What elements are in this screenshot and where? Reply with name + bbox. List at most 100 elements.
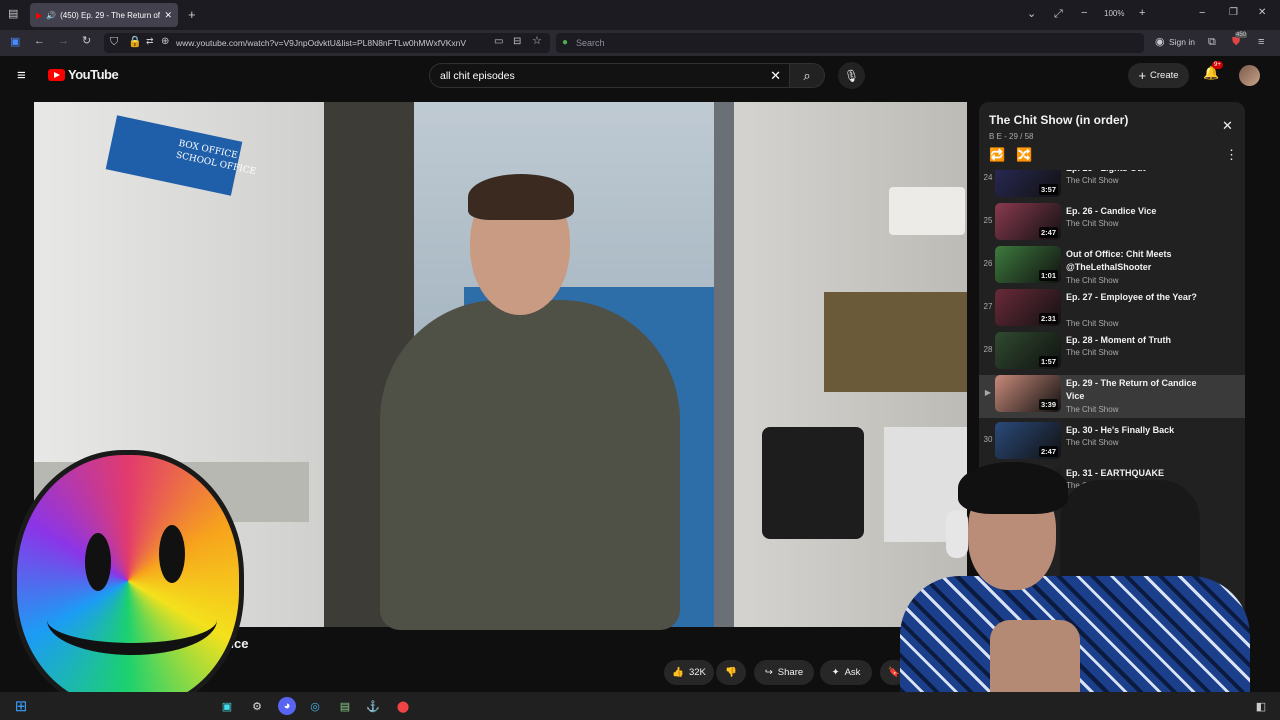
- sidebar-icon[interactable]: ▣: [10, 37, 20, 48]
- playlist-item-index: ▶: [984, 388, 992, 397]
- speaker-icon[interactable]: 🔊: [46, 11, 56, 20]
- search-button[interactable]: ⌕: [789, 63, 825, 88]
- playlist-item-title[interactable]: Ep. 31 - EARTHQUAKE: [1066, 467, 1216, 480]
- ublock-icon[interactable]: ⛊: [1232, 37, 1240, 48]
- close-playlist-icon[interactable]: ✕: [1222, 118, 1233, 134]
- microphone-icon: 🎙: [843, 68, 860, 83]
- search-input[interactable]: all chit episodes ✕: [429, 63, 789, 88]
- reader-view-icon[interactable]: ▭: [494, 37, 503, 47]
- playlist-item-title[interactable]: Ep. 28 - Moment of Truth: [1066, 334, 1216, 347]
- playlist-item-title[interactable]: Ep. 26 - Candice Vice: [1066, 205, 1216, 218]
- playlist-thumbnail[interactable]: 2:47: [995, 203, 1061, 240]
- tab-close-icon[interactable]: ✕: [164, 10, 172, 21]
- more-options-icon[interactable]: ⋮: [1225, 147, 1238, 163]
- playlist-item[interactable]: 28 1:57 Ep. 28 - Moment of Truth The Chit S…: [979, 332, 1245, 375]
- playlist-item-channel: The Chit Show: [1066, 176, 1119, 185]
- search-input-value[interactable]: all chit episodes: [440, 70, 515, 82]
- new-tab-icon[interactable]: +: [188, 8, 196, 21]
- reload-icon[interactable]: ↻: [82, 36, 91, 47]
- tab-title: (450) Ep. 29 - The Return of: [60, 10, 161, 20]
- create-button[interactable]: + Create: [1128, 63, 1189, 88]
- playlist-item-channel: The Chit Show: [1066, 348, 1119, 357]
- playlist-item[interactable]: ▶ 3:39 Ep. 29 - The Return of Candice Vice…: [979, 375, 1245, 418]
- settings-icon[interactable]: ⚙: [248, 697, 266, 715]
- account-icon[interactable]: ◉: [1155, 37, 1165, 48]
- permissions-icon[interactable]: ⇄: [146, 37, 154, 46]
- hamburger-icon[interactable]: ≡: [17, 67, 26, 84]
- loop-icon[interactable]: 🔁: [989, 147, 1005, 163]
- playlist-thumbnail[interactable]: 2:31: [995, 289, 1061, 326]
- duration-badge: 2:47: [1038, 227, 1058, 238]
- browser-tabbar: ▤ ▶ 🔊 (450) Ep. 29 - The Return of ✕ + ⌄…: [0, 0, 1280, 30]
- playlist-thumbnail[interactable]: 1:01: [995, 246, 1061, 283]
- tab-list-icon[interactable]: ▤: [8, 9, 18, 20]
- playlist-item-channel: The Chit Show: [1066, 405, 1119, 414]
- web-search-bar[interactable]: ● Search: [556, 33, 1144, 53]
- shield-icon[interactable]: ⛉: [110, 37, 118, 48]
- discord-icon[interactable]: ◕: [278, 697, 296, 715]
- playlist-item-title[interactable]: Ep. 30 - He's Finally Back: [1066, 424, 1216, 437]
- duration-badge: 2:47: [1038, 446, 1058, 457]
- thumbs-up-icon: 👍: [672, 667, 684, 678]
- terminal-icon[interactable]: ▤: [336, 697, 354, 715]
- thumbs-down-icon: 👎: [725, 667, 737, 678]
- browser-tab-active[interactable]: ▶ 🔊 (450) Ep. 29 - The Return of ✕: [30, 3, 178, 27]
- ask-button[interactable]: ✦ Ask: [820, 660, 872, 685]
- youtube-logo[interactable]: YouTube: [48, 67, 119, 82]
- video-thermostat: [889, 187, 965, 235]
- playlist-item-index: 30: [983, 435, 993, 444]
- minimize-icon[interactable]: −: [1199, 8, 1205, 19]
- expand-icon[interactable]: ⤢: [1054, 9, 1063, 20]
- duration-badge: 1:01: [1038, 270, 1058, 281]
- notifications-button[interactable]: 🔔 9+: [1203, 61, 1223, 81]
- lock-icon[interactable]: 🔒: [128, 37, 142, 48]
- playlist-thumbnail[interactable]: 3:39: [995, 375, 1061, 412]
- zoom-out-icon[interactable]: −: [1081, 8, 1087, 19]
- steam-icon[interactable]: ⚓: [364, 697, 382, 715]
- playlist-thumbnail[interactable]: 2:47: [995, 422, 1061, 459]
- url-text[interactable]: www.youtube.com/watch?v=V9JnpOdvktU&list…: [176, 38, 466, 48]
- clear-search-icon[interactable]: ✕: [770, 68, 781, 84]
- notification-center-icon[interactable]: ◧: [1252, 697, 1270, 715]
- app-icon[interactable]: ▣: [218, 697, 236, 715]
- bookmark-star-icon[interactable]: ☆: [532, 36, 542, 47]
- plus-icon: +: [1138, 68, 1147, 83]
- webcam-hair: [958, 462, 1068, 514]
- globe-icon[interactable]: ⊕: [161, 37, 169, 47]
- bookmark-icon: 🔖: [888, 667, 900, 678]
- like-button[interactable]: 👍 32K: [664, 660, 714, 685]
- dislike-button[interactable]: 👎: [716, 660, 746, 685]
- menu-icon[interactable]: ≡: [1258, 37, 1264, 48]
- url-bar[interactable]: www.youtube.com/watch?v=V9JnpOdvktU&list…: [104, 33, 550, 53]
- save-page-icon[interactable]: ⊟: [513, 37, 521, 47]
- shuffle-icon[interactable]: 🔀: [1016, 147, 1032, 163]
- playlist-item[interactable]: 30 2:47 Ep. 30 - He's Finally Back The Chit…: [979, 422, 1245, 465]
- window-close-icon[interactable]: ✕: [1258, 8, 1266, 18]
- playlist-item-title[interactable]: Ep. 29 - The Return of Candice Vice: [1066, 377, 1216, 403]
- playlist-item[interactable]: 25 2:47 Ep. 26 - Candice Vice The Chit Show: [979, 203, 1245, 246]
- playlist-item[interactable]: 26 1:01 Out of Office: Chit Meets @TheLeth…: [979, 246, 1245, 289]
- search-icon: ⌕: [803, 67, 811, 83]
- tab-overflow-chevron-icon[interactable]: ⌄: [1027, 9, 1036, 20]
- voice-search-button[interactable]: 🎙: [838, 62, 865, 89]
- map-pin-icon[interactable]: ⬤: [394, 697, 412, 715]
- share-button[interactable]: ↪ Share: [754, 660, 814, 685]
- playlist-item-index: 24: [983, 173, 993, 182]
- playlist-item-title[interactable]: Ep. 27 - Employee of the Year?: [1066, 291, 1216, 304]
- create-label: Create: [1150, 70, 1179, 81]
- playlist-thumbnail[interactable]: 1:57: [995, 332, 1061, 369]
- zoom-in-icon[interactable]: +: [1139, 8, 1145, 19]
- youtube-play-logo-icon: [48, 68, 65, 81]
- playlist-title[interactable]: The Chit Show (in order): [989, 113, 1128, 127]
- back-icon[interactable]: ←: [34, 36, 45, 47]
- user-avatar[interactable]: [1239, 65, 1260, 86]
- playlist-item-title[interactable]: Out of Office: Chit Meets @TheLethalShoo…: [1066, 248, 1216, 274]
- video-person-body: [380, 300, 680, 630]
- forward-icon[interactable]: →: [58, 36, 69, 47]
- windows-start-icon[interactable]: ⊞: [12, 697, 30, 715]
- browser-app-icon[interactable]: ◎: [306, 697, 324, 715]
- restore-icon[interactable]: ❐: [1229, 8, 1238, 18]
- sign-in-link[interactable]: Sign in: [1169, 38, 1195, 47]
- playlist-item[interactable]: 27 2:31 Ep. 27 - Employee of the Year? The …: [979, 289, 1245, 332]
- extensions-icon[interactable]: ⧉: [1208, 37, 1216, 48]
